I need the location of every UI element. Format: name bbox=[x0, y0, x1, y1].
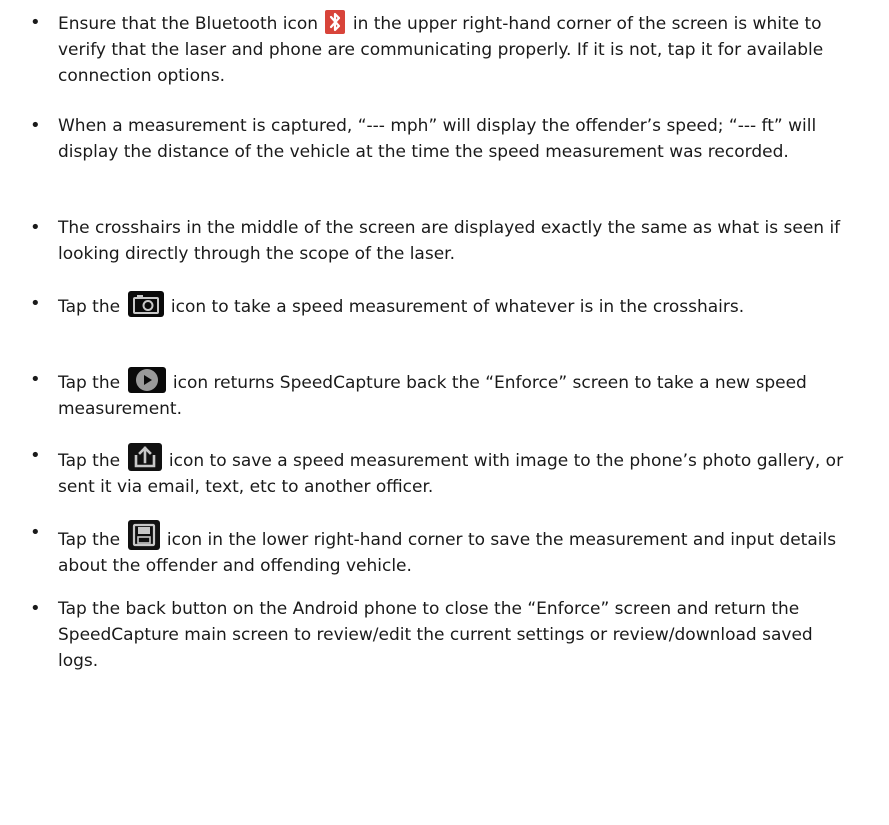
play-icon bbox=[127, 367, 166, 393]
item-text: When a measurement is captured, “--- mph… bbox=[58, 116, 817, 162]
bullet: • bbox=[30, 369, 41, 390]
bullet: • bbox=[30, 12, 41, 33]
bullet: • bbox=[30, 115, 41, 136]
bullet: • bbox=[30, 522, 41, 543]
item-text: Tap the back button on the Android phone… bbox=[58, 599, 813, 671]
bluetooth-icon bbox=[325, 10, 346, 34]
camera-icon bbox=[127, 291, 164, 317]
bullet: • bbox=[30, 293, 41, 314]
bullet: • bbox=[30, 598, 41, 619]
item-text: Tap the icon to save a speed measurement… bbox=[58, 443, 858, 500]
bullet: • bbox=[30, 445, 41, 466]
bullet: • bbox=[30, 217, 41, 238]
instruction-document: • Ensure that the Bluetooth icon in the … bbox=[0, 0, 889, 825]
save-icon bbox=[127, 520, 160, 550]
item-text: Tap the icon returns SpeedCapture back t… bbox=[58, 367, 858, 422]
item-text: The crosshairs in the middle of the scre… bbox=[58, 218, 841, 264]
item-text: Tap the icon to take a speed measurement… bbox=[58, 291, 858, 320]
share-icon bbox=[127, 443, 162, 471]
item-text: Ensure that the Bluetooth icon in the up… bbox=[58, 10, 858, 89]
item-text: Tap the icon in the lower right-hand cor… bbox=[58, 520, 858, 579]
